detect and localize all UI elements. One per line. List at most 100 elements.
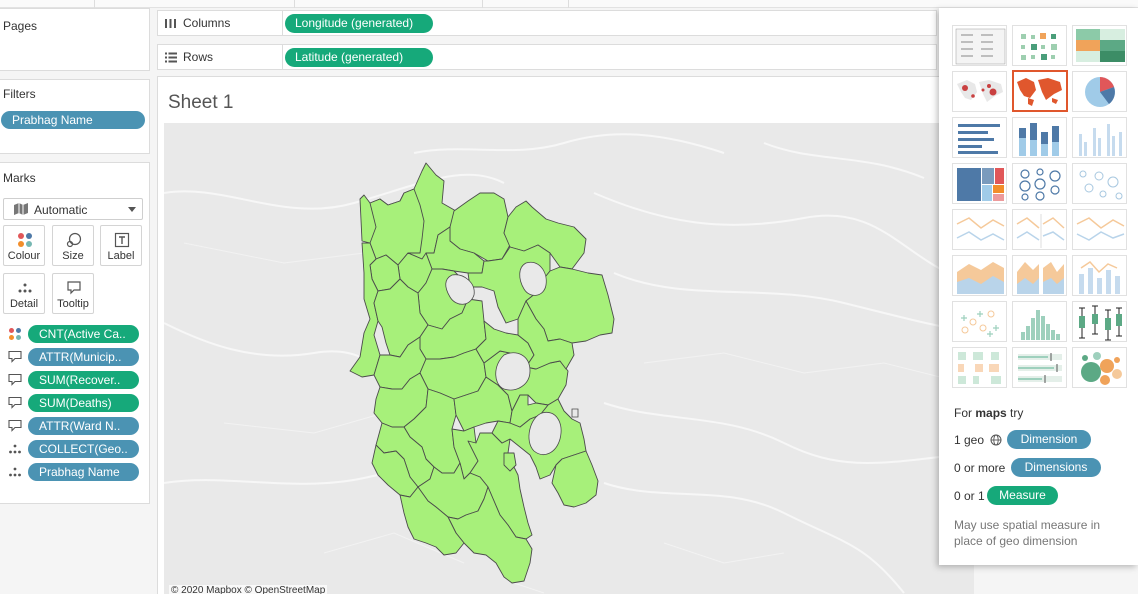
columns-shelf[interactable]: Columns Longitude (generated)	[157, 10, 937, 36]
label-icon	[114, 232, 130, 248]
side-by-side-circle-icon	[1079, 170, 1123, 200]
rows-icon	[165, 52, 177, 63]
tab-segment[interactable]	[95, 0, 295, 8]
detail-button[interactable]: Detail	[3, 273, 45, 314]
packed-bubbles-thumbnail[interactable]	[1072, 347, 1127, 388]
shelf-divider	[282, 45, 283, 69]
top-tab-strip	[0, 0, 1138, 8]
filled-map-icon	[1017, 78, 1062, 106]
dual-line-icon	[1076, 217, 1125, 241]
map-area[interactable]: © 2020 Mapbox © OpenStreetMap	[164, 123, 974, 594]
filters-panel[interactable]: Filters Prabhag Name	[0, 79, 150, 154]
histogram-thumbnail[interactable]	[1012, 301, 1067, 342]
label-button[interactable]: Label	[100, 225, 142, 266]
colour-icon	[9, 328, 21, 340]
shelf-divider	[282, 11, 283, 35]
continuous-line-thumbnail[interactable]	[952, 209, 1007, 250]
horizontal-bar-thumbnail[interactable]	[952, 117, 1007, 158]
show-me-note: May use spatial measure in place of geo …	[954, 518, 1101, 548]
geo-requirement-label: 1 geo	[954, 433, 985, 447]
tab-segment[interactable]	[295, 0, 483, 8]
gantt-thumbnail[interactable]	[952, 347, 1007, 388]
tooltip-button-label: Tooltip	[57, 298, 89, 310]
marks-panel[interactable]: Marks Automatic Colour Size Label Detail…	[0, 162, 150, 504]
sheet-title[interactable]: Sheet 1	[168, 92, 234, 114]
columns-pill-longitude[interactable]: Longitude (generated)	[285, 14, 433, 33]
dimension-pill: Dimension	[1007, 430, 1091, 449]
colour-button[interactable]: Colour	[3, 225, 45, 266]
mark-field-sum-deaths[interactable]: SUM(Deaths)	[28, 394, 139, 412]
mark-field-sum-recovered[interactable]: SUM(Recover..	[28, 371, 139, 389]
pie-chart-icon	[1085, 77, 1115, 107]
symbol-map-icon	[957, 80, 1003, 102]
mark-field-collect-geometry[interactable]: COLLECT(Geo..	[28, 440, 139, 458]
mark-field-cnt-active-cases[interactable]: CNT(Active Ca..	[28, 325, 139, 343]
mark-field-attr-ward-name[interactable]: ATTR(Ward N..	[28, 417, 139, 435]
mark-type-label: Automatic	[34, 203, 88, 217]
show-me-heading: For maps try	[954, 406, 1023, 420]
bullet-graph-icon	[1018, 353, 1062, 383]
box-whisker-thumbnail[interactable]	[1072, 301, 1127, 342]
colour-icon	[18, 233, 32, 247]
mark-type-dropdown[interactable]: Automatic	[3, 198, 143, 220]
discrete-line-thumbnail[interactable]	[1012, 209, 1067, 250]
size-button-label: Size	[62, 250, 84, 262]
mark-field-prabhag-name[interactable]: Prabhag Name	[28, 463, 139, 481]
map-icon	[14, 203, 28, 215]
symbol-map-grid-thumbnail[interactable]	[1012, 25, 1067, 66]
tooltip-icon	[8, 419, 22, 432]
horizontal-bar-icon	[958, 124, 1000, 154]
map-attribution[interactable]: © 2020 Mapbox © OpenStreetMap	[169, 585, 328, 594]
text-table-thumbnail[interactable]	[952, 25, 1007, 66]
show-me-heading-bold: maps	[975, 406, 1007, 420]
side-by-side-bar-thumbnail[interactable]	[1072, 117, 1127, 158]
highlight-table-thumbnail[interactable]	[1072, 25, 1127, 66]
highlight-table-icon	[1076, 29, 1125, 62]
area-continuous-thumbnail[interactable]	[952, 255, 1007, 296]
size-button[interactable]: Size	[52, 225, 94, 266]
tab-segment[interactable]	[483, 0, 569, 8]
show-me-heading-post: try	[1006, 406, 1024, 420]
dimensions-pill: Dimensions	[1011, 458, 1101, 477]
circle-view-thumbnail[interactable]	[1012, 163, 1067, 204]
tooltip-button[interactable]: Tooltip	[52, 273, 94, 314]
pie-chart-thumbnail[interactable]	[1072, 71, 1127, 112]
dual-combination-thumbnail[interactable]	[1072, 255, 1127, 296]
chevron-down-icon	[128, 207, 136, 212]
filter-pill-prabhag-name[interactable]: Prabhag Name	[1, 111, 145, 129]
columns-icon	[165, 19, 176, 28]
packed-bubbles-icon	[1081, 352, 1122, 385]
map-svg[interactable]	[164, 123, 974, 594]
worksheet-view[interactable]: Sheet 1 © 2020 Mapbox © OpenStreetMap	[157, 76, 974, 594]
pages-title: Pages	[3, 19, 38, 33]
filters-title: Filters	[3, 87, 36, 101]
box-whisker-icon	[1079, 305, 1122, 341]
rows-shelf[interactable]: Rows Latitude (generated)	[157, 44, 937, 70]
scatter-plot-icon	[961, 310, 999, 337]
tab-segment[interactable]	[0, 0, 95, 8]
bullet-graph-thumbnail[interactable]	[1012, 347, 1067, 388]
symbol-map-thumbnail[interactable]	[952, 71, 1007, 112]
detail-icon	[9, 467, 21, 477]
rows-pill-latitude[interactable]: Latitude (generated)	[285, 48, 433, 67]
pages-panel[interactable]: Pages	[0, 8, 150, 71]
rows-label: Rows	[183, 50, 214, 64]
filled-map-thumbnail[interactable]	[1012, 70, 1068, 112]
area-discrete-thumbnail[interactable]	[1012, 255, 1067, 296]
measure-requirement-label: 0 or 1	[954, 489, 985, 503]
stacked-bar-icon	[1019, 123, 1059, 156]
discrete-line-icon	[1016, 214, 1065, 248]
circle-view-icon	[1019, 168, 1061, 201]
size-icon	[66, 232, 82, 248]
marks-title: Marks	[3, 171, 36, 185]
stacked-bar-thumbnail[interactable]	[1012, 117, 1067, 158]
dual-line-thumbnail[interactable]	[1072, 209, 1127, 250]
mark-field-attr-municipal[interactable]: ATTR(Municip..	[28, 348, 139, 366]
scatter-plot-thumbnail[interactable]	[952, 301, 1007, 342]
ward-polygons[interactable]	[349, 162, 615, 584]
side-by-side-circle-thumbnail[interactable]	[1072, 163, 1127, 204]
tooltip-icon	[8, 373, 22, 386]
detail-icon	[18, 283, 32, 293]
treemap-thumbnail[interactable]	[952, 163, 1007, 204]
side-by-side-bar-icon	[1079, 124, 1122, 156]
